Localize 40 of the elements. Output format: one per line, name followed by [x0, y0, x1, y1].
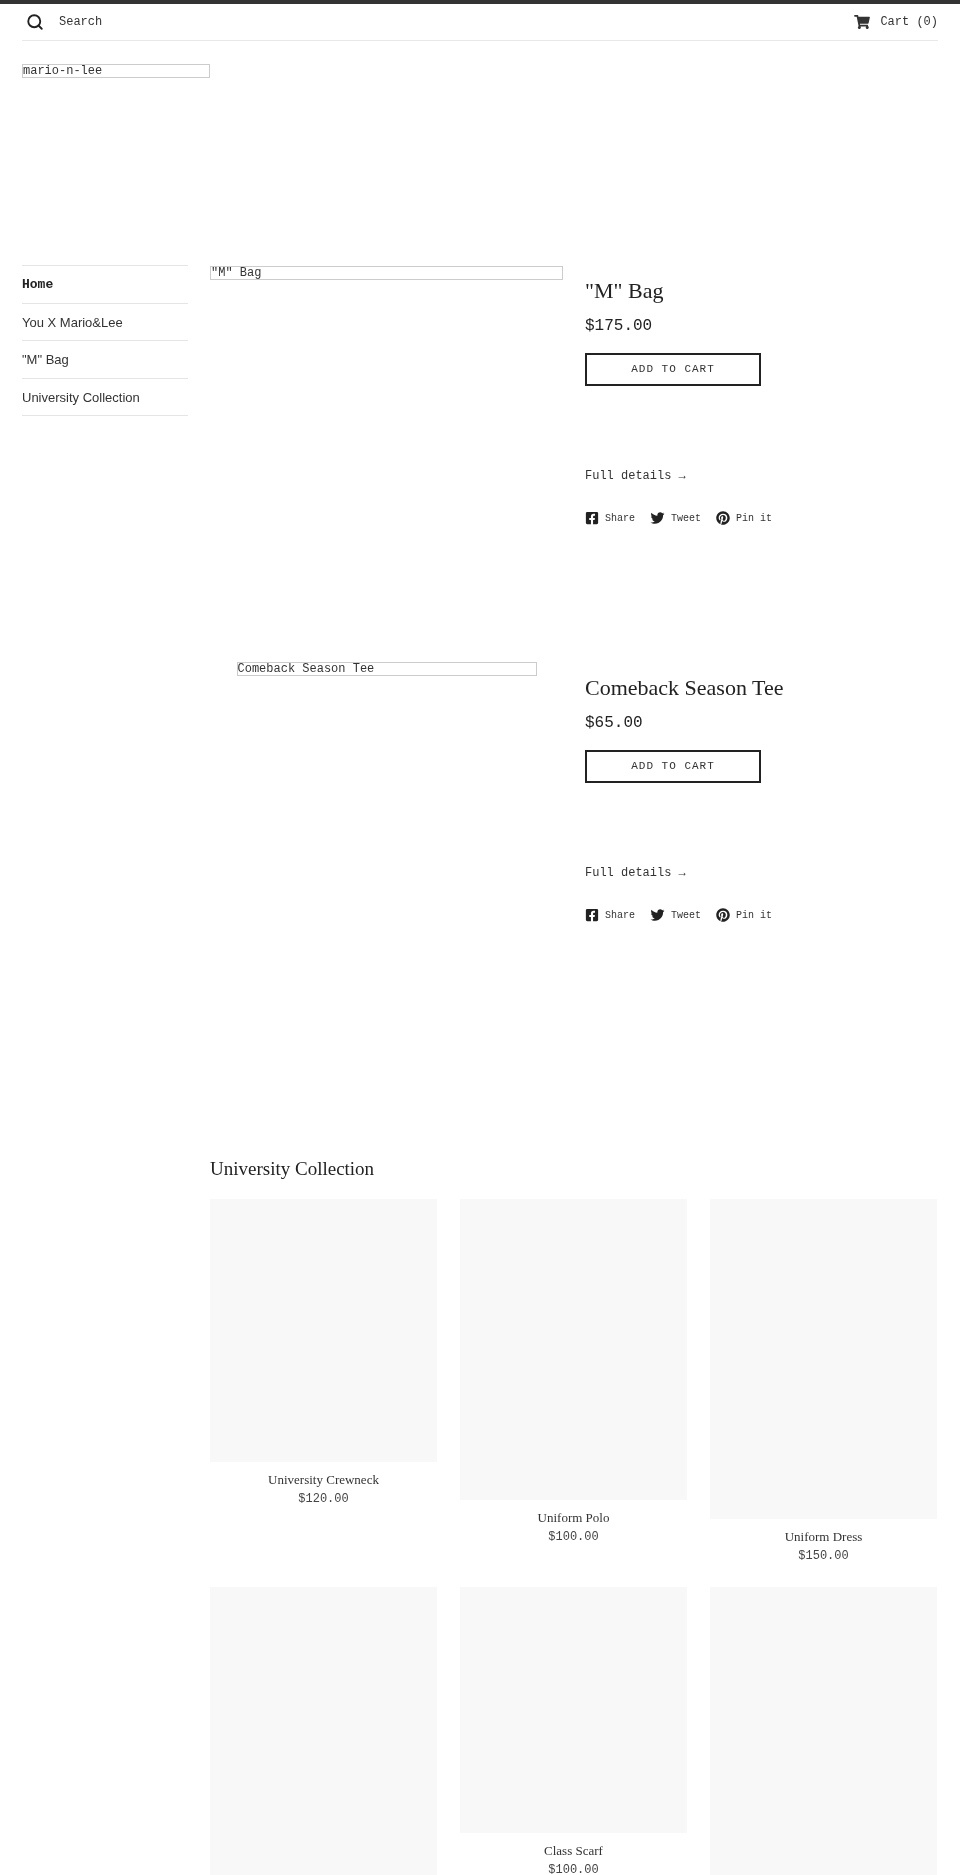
- broken-product-image[interactable]: "M" Bag: [210, 266, 563, 280]
- product-name[interactable]: Class Scarf: [460, 1842, 687, 1860]
- share-link[interactable]: Tweet: [650, 510, 702, 526]
- product-price: $120.00: [297, 1491, 350, 1508]
- product-title: Comeback Season Tee: [585, 675, 784, 701]
- pinterest-icon: [716, 908, 731, 922]
- share-link[interactable]: Pin it: [716, 907, 773, 923]
- sidebar-item[interactable]: "M" Bag: [22, 341, 188, 379]
- broken-logo-image[interactable]: mario-n-lee: [22, 64, 210, 78]
- product-name[interactable]: University Crewneck: [210, 1471, 437, 1489]
- share-link[interactable]: Share: [585, 510, 635, 526]
- full-details-link[interactable]: Full details →: [585, 467, 773, 485]
- product-price: $100.00: [547, 1529, 600, 1546]
- cart-link[interactable]: Cart (0): [880, 13, 938, 31]
- search-field[interactable]: Search: [59, 13, 259, 31]
- product-name[interactable]: Uniform Polo: [460, 1509, 687, 1527]
- search-icon[interactable]: [26, 13, 44, 31]
- pinterest-icon: [716, 511, 731, 525]
- product-price: $175.00: [585, 316, 654, 336]
- facebook-icon: [585, 511, 599, 525]
- twitter-icon: [650, 908, 665, 922]
- facebook-icon: [585, 908, 599, 922]
- product-price: $150.00: [797, 1548, 850, 1565]
- sidebar-item[interactable]: You X Mario&Lee: [22, 303, 188, 341]
- product-price: $65.00: [585, 713, 644, 733]
- product-title: "M" Bag: [585, 278, 665, 304]
- section-heading: University Collection: [210, 1157, 376, 1181]
- broken-product-image[interactable]: Comeback Season Tee: [236, 662, 537, 676]
- share-link[interactable]: Tweet: [650, 907, 702, 923]
- full-details-link[interactable]: Full details →: [585, 864, 784, 882]
- add-to-cart-button[interactable]: ADD TO CART: [585, 353, 761, 386]
- cart-icon[interactable]: [854, 15, 871, 29]
- twitter-icon: [650, 511, 665, 525]
- share-link[interactable]: Pin it: [716, 510, 773, 526]
- sidebar-item[interactable]: Home: [22, 266, 188, 304]
- sidebar-item[interactable]: University Collection: [22, 378, 188, 416]
- product-name[interactable]: Uniform Dress: [710, 1528, 937, 1546]
- add-to-cart-button[interactable]: ADD TO CART: [585, 750, 761, 783]
- product-price: $100.00: [547, 1862, 600, 1875]
- share-link[interactable]: Share: [585, 907, 635, 923]
